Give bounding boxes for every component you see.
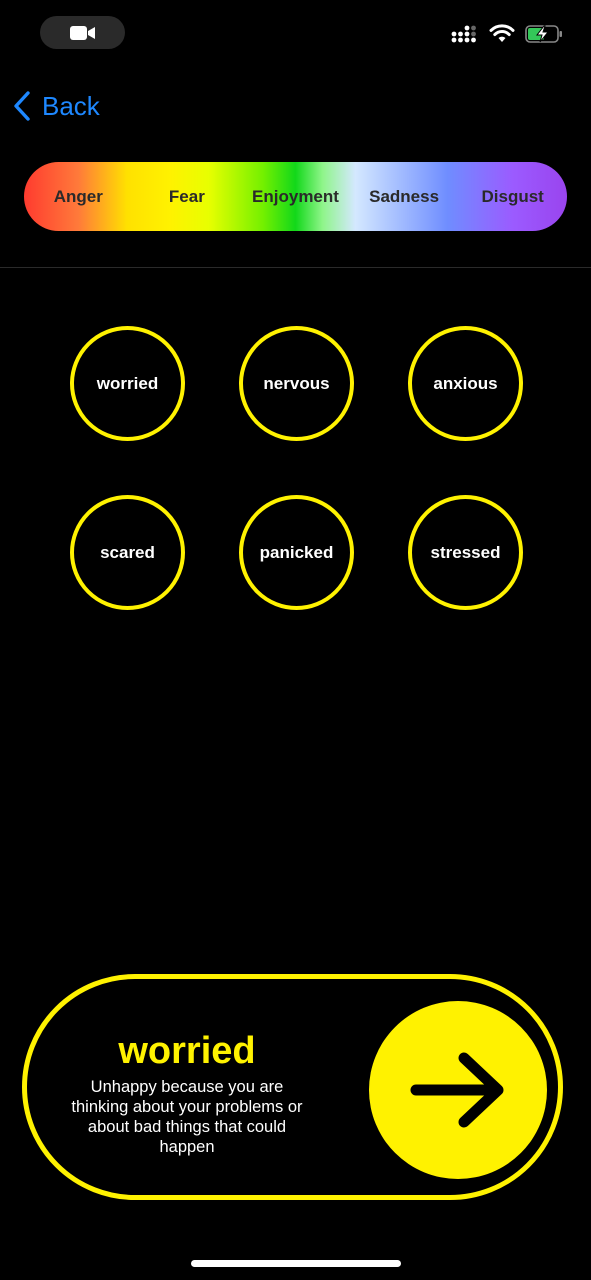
emotion-option-scared[interactable]: scared <box>70 495 185 610</box>
selected-emotion-title: worried <box>118 1030 256 1072</box>
screen-recording-indicator[interactable] <box>40 16 125 49</box>
emotion-category-spectrum: Anger Fear Enjoyment Sadness Disgust <box>24 162 567 231</box>
arrow-right-icon <box>410 1052 504 1128</box>
chevron-left-icon <box>14 91 30 121</box>
selected-emotion-description: Unhappy because you are thinking about y… <box>71 1078 303 1156</box>
category-fear[interactable]: Fear <box>133 187 242 207</box>
video-camera-icon <box>69 25 95 40</box>
emotion-option-anxious[interactable]: anxious <box>408 326 523 441</box>
selected-emotion-info: worried Unhappy because you are thinking… <box>63 1029 311 1157</box>
cellular-signal-icon <box>451 25 476 43</box>
home-indicator <box>191 1260 401 1267</box>
emotion-option-panicked[interactable]: panicked <box>239 495 354 610</box>
back-button[interactable]: Back <box>12 86 100 126</box>
divider <box>0 267 591 268</box>
next-button[interactable] <box>369 1001 547 1179</box>
status-bar <box>0 0 591 70</box>
back-label: Back <box>42 90 100 121</box>
category-anger[interactable]: Anger <box>24 187 133 207</box>
category-sadness[interactable]: Sadness <box>350 187 459 207</box>
emotion-option-stressed[interactable]: stressed <box>408 495 523 610</box>
emotion-option-nervous[interactable]: nervous <box>239 326 354 441</box>
status-icons <box>451 24 563 44</box>
battery-charging-icon <box>525 25 562 43</box>
category-disgust[interactable]: Disgust <box>458 187 567 207</box>
wifi-icon <box>489 24 515 42</box>
category-enjoyment[interactable]: Enjoyment <box>241 187 350 207</box>
emotion-option-worried[interactable]: worried <box>70 326 185 441</box>
selected-emotion-card: worried Unhappy because you are thinking… <box>22 974 563 1200</box>
